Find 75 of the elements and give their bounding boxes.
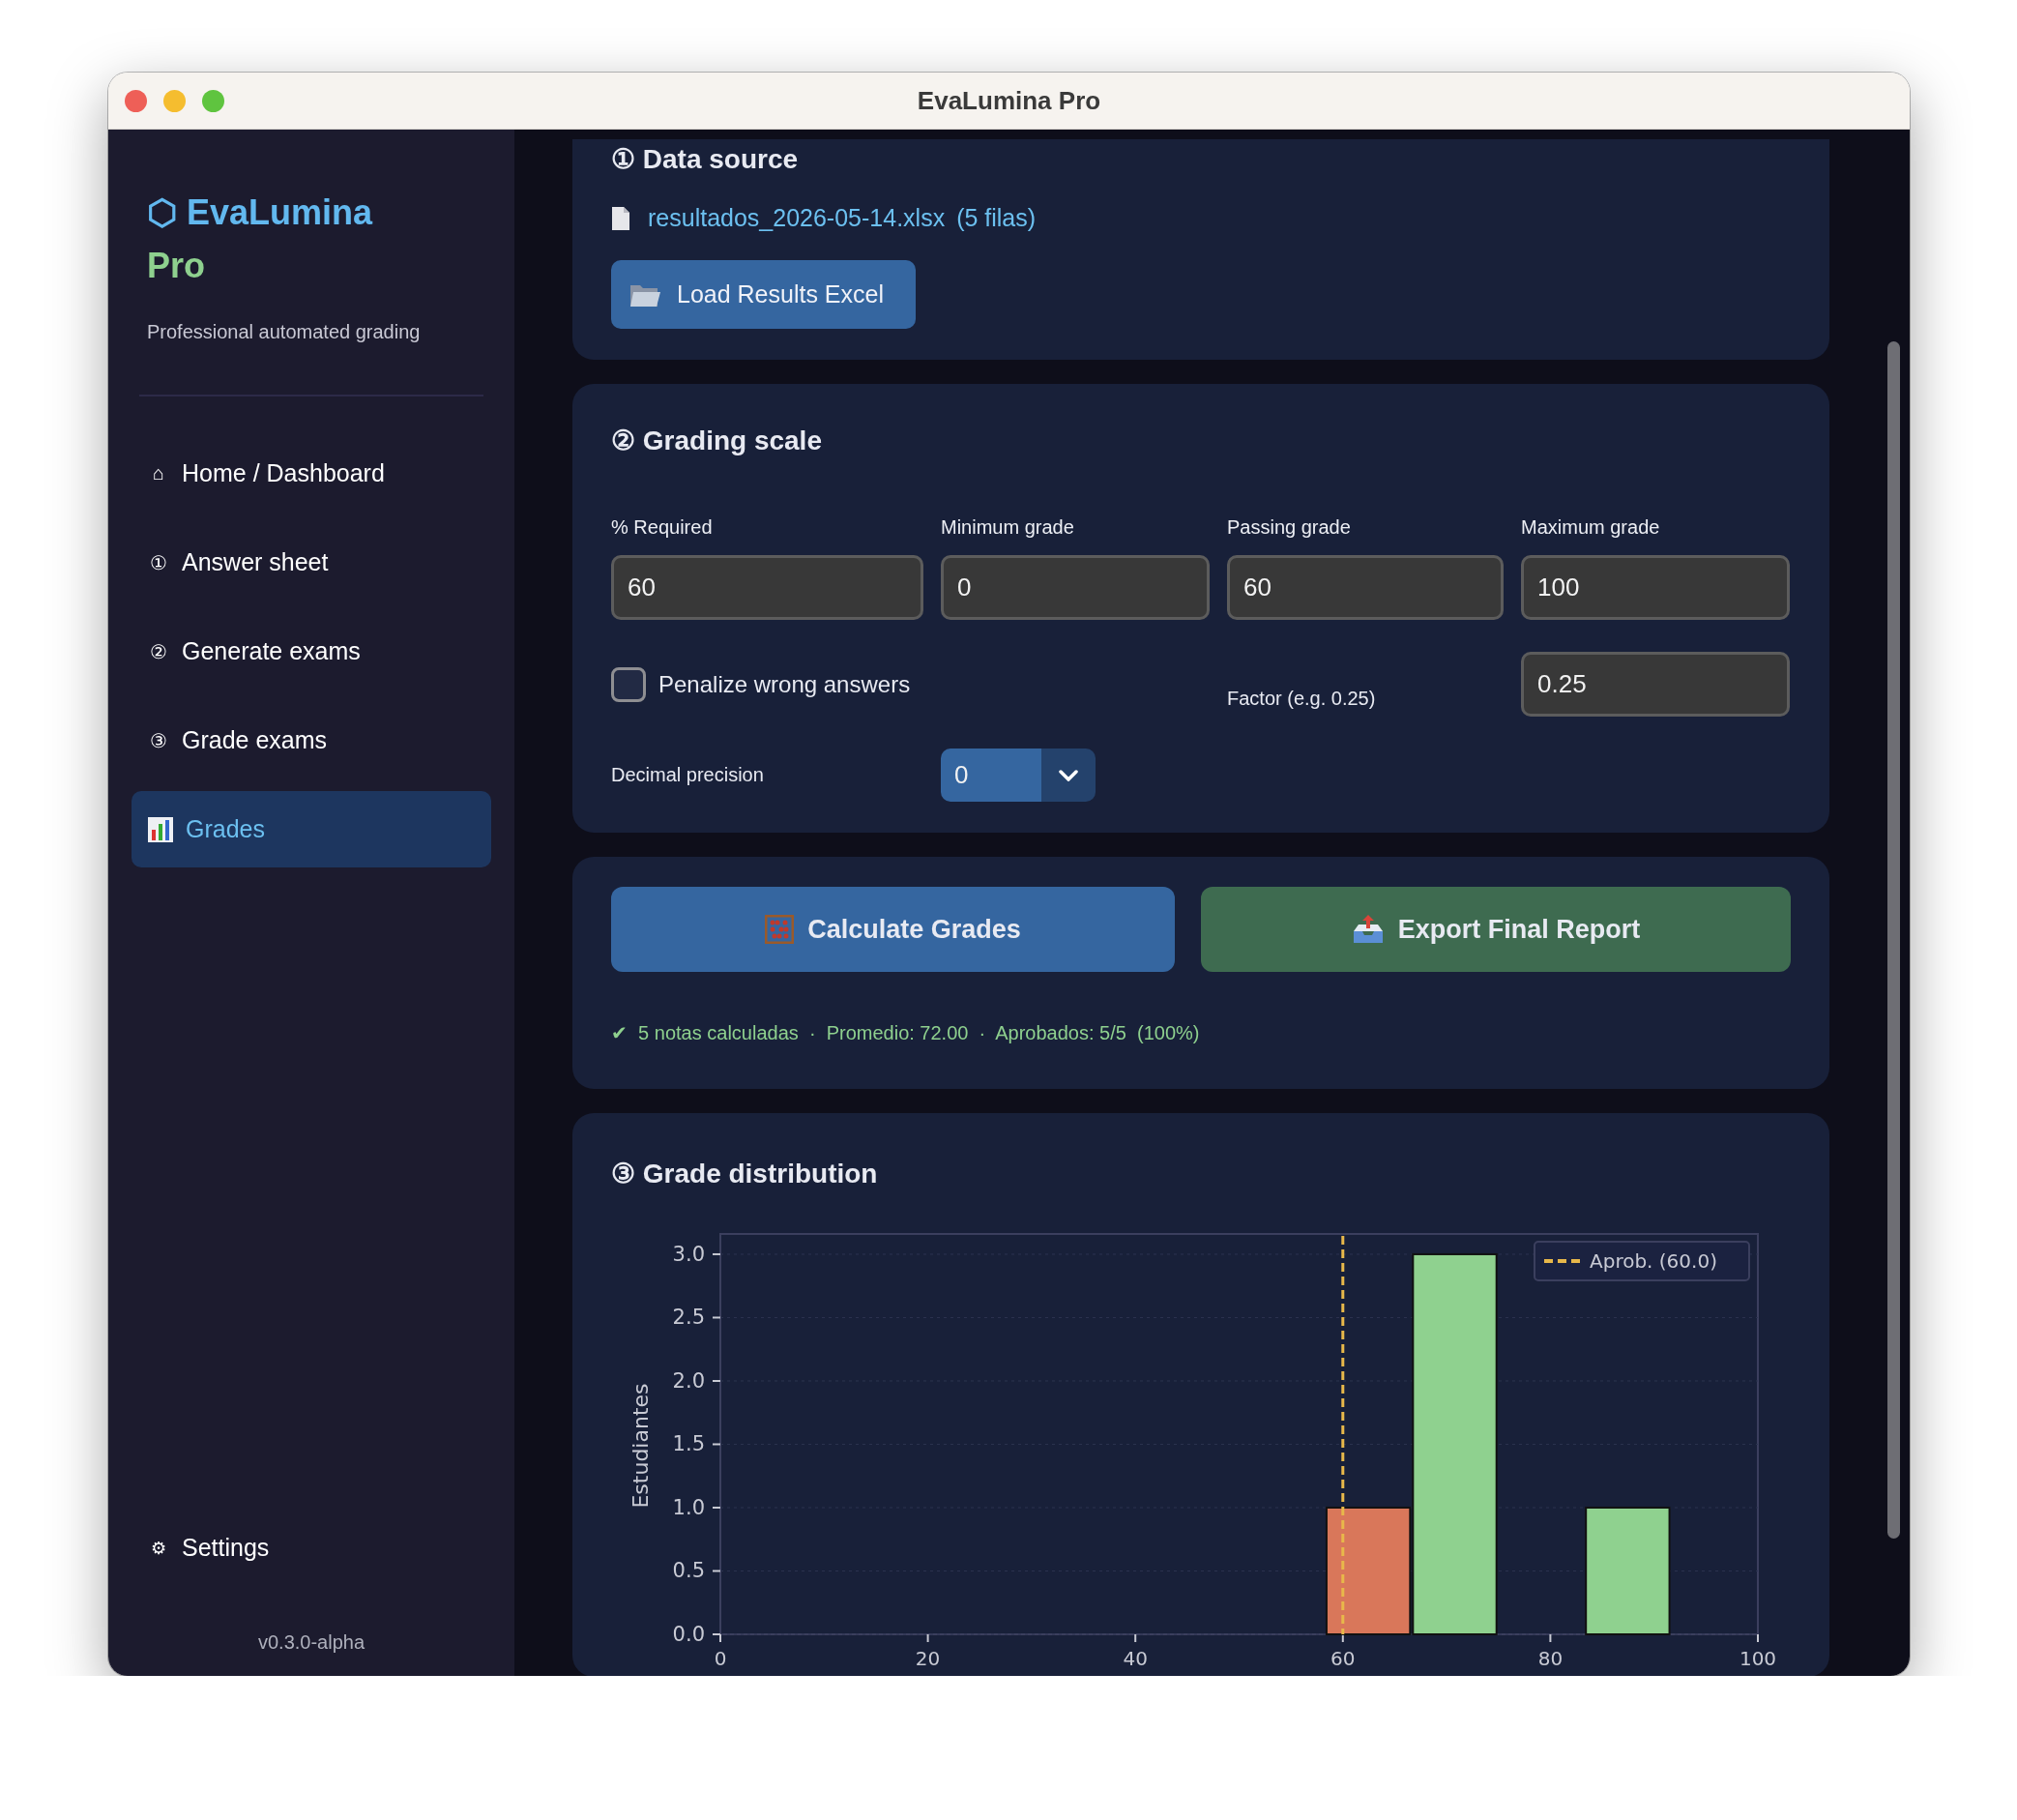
zoom-button[interactable] bbox=[202, 89, 224, 112]
bar-chart-icon bbox=[147, 815, 174, 843]
factor-input[interactable]: 0.25 bbox=[1521, 652, 1790, 717]
row-count: (5 filas) bbox=[956, 204, 1037, 232]
y-tick-label: 2.5 bbox=[672, 1306, 705, 1330]
x-tick bbox=[1134, 1633, 1137, 1643]
y-tick bbox=[712, 1443, 721, 1446]
x-tick-label: 40 bbox=[1123, 1647, 1148, 1670]
x-tick bbox=[1549, 1633, 1552, 1643]
calculate-grades-button[interactable]: Calculate Grades bbox=[611, 887, 1175, 972]
document-icon bbox=[611, 205, 630, 231]
y-tick bbox=[712, 1379, 721, 1382]
version-label: v0.3.0-alpha bbox=[257, 1631, 365, 1653]
abacus-icon bbox=[765, 915, 795, 944]
field-label: Maximum grade bbox=[1521, 516, 1660, 538]
nav-item[interactable]: ② Generate exams bbox=[132, 613, 491, 690]
x-tick bbox=[1757, 1633, 1759, 1643]
x-tick bbox=[719, 1633, 721, 1643]
y-tick bbox=[712, 1507, 721, 1509]
legend-label: Aprob. (60.0) bbox=[1590, 1249, 1717, 1273]
field-label: % Required bbox=[611, 516, 713, 538]
y-tick-label: 0.5 bbox=[672, 1559, 705, 1583]
y-tick bbox=[712, 1252, 721, 1255]
x-tick-label: 20 bbox=[915, 1647, 941, 1670]
status-message: ✔ 5 notas calculadas · Promedio: 72.00 · Aprobados: 5/5 (100%) bbox=[611, 1022, 1200, 1043]
field-label: Decimal precision bbox=[611, 764, 764, 785]
y-tick bbox=[712, 1570, 721, 1572]
brand-name: EvaLumina bbox=[187, 192, 373, 232]
penalize-checkbox[interactable] bbox=[611, 666, 646, 702]
nav-item[interactable]: ⌂ Home / Dashboard bbox=[132, 435, 491, 512]
y-tick bbox=[712, 1633, 721, 1635]
number-input[interactable]: 100 bbox=[1521, 555, 1790, 620]
x-tick-label: 80 bbox=[1537, 1647, 1564, 1670]
nav-glyph-icon: ③ bbox=[147, 728, 170, 752]
file-name-link[interactable]: resultados_2026-05-14.xlsx bbox=[648, 204, 946, 232]
y-tick-label: 0.0 bbox=[672, 1623, 705, 1646]
x-tick-label: 0 bbox=[714, 1647, 727, 1670]
brand-hexagon-icon: ⬡ bbox=[147, 192, 177, 232]
y-tick bbox=[712, 1316, 721, 1319]
export-report-button[interactable]: Export Final Report bbox=[1201, 887, 1791, 972]
close-button[interactable] bbox=[125, 89, 147, 112]
settings-icon: ⚙ bbox=[147, 1537, 170, 1559]
number-input[interactable]: 0 bbox=[941, 555, 1210, 620]
section-title: ② Grading scale bbox=[611, 425, 823, 456]
x-tick-label: 60 bbox=[1330, 1647, 1356, 1670]
outbox-tray-icon bbox=[1351, 914, 1385, 945]
y-tick-label: 1.5 bbox=[672, 1432, 705, 1456]
field-label: Passing grade bbox=[1227, 516, 1351, 538]
nav-item[interactable]: Grades bbox=[132, 791, 491, 867]
field-label: Factor (e.g. 0.25) bbox=[1227, 688, 1376, 709]
nav-glyph-icon: ⌂ bbox=[147, 462, 170, 484]
x-tick-label: 100 bbox=[1739, 1647, 1777, 1670]
minimize-button[interactable] bbox=[163, 89, 186, 112]
brand-edition: Pro bbox=[147, 246, 205, 285]
number-input[interactable]: 60 bbox=[1227, 555, 1504, 620]
y-tick-label: 3.0 bbox=[672, 1242, 705, 1266]
section-title: ① Data source bbox=[611, 143, 800, 175]
y-tick-label: 1.0 bbox=[672, 1496, 705, 1519]
scrollbar-thumb[interactable] bbox=[1887, 341, 1900, 1539]
app-subtitle: Professional automated grading bbox=[147, 321, 421, 342]
y-axis-title: Estudiantes bbox=[628, 1383, 653, 1509]
nav-item[interactable]: ③ Grade exams bbox=[132, 702, 491, 778]
nav-glyph-icon: ① bbox=[147, 550, 170, 574]
number-input[interactable]: 60 bbox=[611, 555, 923, 620]
nav-item[interactable]: ① Answer sheet bbox=[132, 524, 491, 601]
settings-item[interactable]: ⚙ Settings bbox=[132, 1534, 491, 1562]
field-label: Minimum grade bbox=[941, 516, 1074, 538]
window-title: EvaLumina Pro bbox=[917, 85, 1101, 116]
nav-glyph-icon: ② bbox=[147, 639, 170, 663]
load-results-button[interactable]: Load Results Excel bbox=[611, 260, 916, 329]
y-tick-label: 2.0 bbox=[672, 1368, 705, 1393]
x-tick bbox=[926, 1633, 929, 1643]
section-title: ③ Grade distribution bbox=[611, 1158, 879, 1189]
checkbox-label: Penalize wrong answers bbox=[658, 670, 911, 697]
chevron-down-icon bbox=[1059, 769, 1078, 781]
